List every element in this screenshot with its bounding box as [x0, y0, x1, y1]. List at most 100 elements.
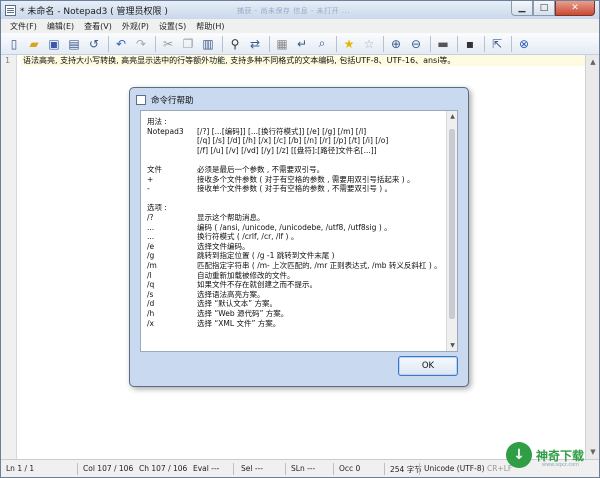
- help-description: [/q] [/s] [/d] [/h] [/x] [/c] [/b] [/n] …: [197, 136, 389, 146]
- ok-button[interactable]: OK: [398, 356, 458, 376]
- toolbar-separator: [155, 35, 156, 52]
- find-icon[interactable]: ⚲: [226, 35, 244, 53]
- help-key: /?: [147, 213, 154, 222]
- toolbar-separator: [457, 35, 458, 52]
- wordwrap-icon[interactable]: ↵: [293, 35, 311, 53]
- save-as-icon[interactable]: ▤: [65, 35, 83, 53]
- menu-edit[interactable]: 编辑(E): [42, 21, 79, 32]
- open-icon[interactable]: ▰: [25, 35, 43, 53]
- customize-icon[interactable]: ▪: [461, 35, 479, 53]
- status-divider: [285, 463, 286, 475]
- help-key: -: [147, 184, 150, 194]
- help-text-box[interactable]: ▲ ▼ 用法 : Notepad3 [/?] [...[编码]] [...[换行符模…: [140, 110, 458, 352]
- status-divider: [419, 463, 420, 475]
- redo-icon[interactable]: ↷: [132, 35, 150, 53]
- scheme-icon[interactable]: ▬: [434, 35, 452, 53]
- help-description: 显示这个帮助消息。: [197, 213, 265, 222]
- line-number-gutter: 1: [1, 55, 17, 459]
- status-eval: Eval ---: [193, 464, 220, 473]
- toolbar-separator: [336, 35, 337, 52]
- help-key: /s: [147, 289, 154, 299]
- status-divider: [333, 463, 334, 475]
- minimize-button[interactable]: ▁: [511, 1, 533, 16]
- scroll-down-icon[interactable]: ▼: [448, 341, 457, 350]
- paste-icon[interactable]: ▥: [199, 35, 217, 53]
- title-bar[interactable]: * 未命名 - Notepad3 ( 管理员权限 ) 捕获 - 尚未保存 信息 …: [1, 1, 599, 19]
- exit-icon[interactable]: ⊗: [515, 35, 533, 53]
- status-column: Col 107 / 106: [83, 464, 134, 473]
- watermark: ↓ 神奇下载 www.sqxz.com: [506, 440, 596, 470]
- editor-vertical-scrollbar[interactable]: ▲ ▼: [585, 55, 599, 459]
- toolbar-separator: [108, 35, 109, 52]
- help-description: 选择文件编码。: [197, 241, 250, 251]
- toolbar-separator: [430, 35, 431, 52]
- status-occurrences: Occ 0: [339, 464, 361, 473]
- help-key: +: [147, 174, 154, 184]
- notepad-app-icon: [5, 4, 16, 16]
- help-description: 自动重新加载被修改的文件。: [197, 270, 295, 280]
- maximize-button[interactable]: □: [533, 1, 555, 16]
- help-key: ...: [147, 232, 155, 242]
- revert-icon[interactable]: ↺: [85, 35, 103, 53]
- status-encoding[interactable]: Unicode (UTF-8): [424, 464, 485, 473]
- scroll-thumb[interactable]: [449, 129, 455, 319]
- help-description: [/f] [/u] [/v] [/vd] [/y] [/z] [[盘符]:[路径…: [197, 145, 377, 155]
- cut-icon[interactable]: ✂: [159, 35, 177, 53]
- status-bytes: 254 字节: [390, 465, 422, 474]
- undo-icon[interactable]: ↶: [112, 35, 130, 53]
- replace-icon[interactable]: ⇄: [246, 35, 264, 53]
- dialog-app-icon: [136, 95, 146, 105]
- close-button[interactable]: ✕: [555, 1, 595, 16]
- help-description: 接收多个文件参数 ( 对于有空格的参数 , 需要用双引号括起来 ) 。: [197, 174, 415, 184]
- help-key: /x: [147, 318, 154, 328]
- help-key: /l: [147, 270, 152, 280]
- title-overlay-text: 捕获 - 尚未保存 信息 - 未打开 ...: [237, 7, 351, 15]
- status-selection: Sel ---: [241, 464, 263, 473]
- toolbar-separator: [383, 35, 384, 52]
- scroll-up-icon[interactable]: ▲: [588, 57, 598, 67]
- help-description: 必须是最后一个参数 , 不需要双引号。: [197, 165, 325, 174]
- command-line-help-dialog: 命令行帮助 ▲ ▼ 用法 : Notepad3 [/?] [...[编码]] [..…: [129, 87, 469, 387]
- launch-icon[interactable]: ⇱: [488, 35, 506, 53]
- help-key: /h: [147, 309, 155, 318]
- menu-bar: 文件(F) 编辑(E) 查看(V) 外观(P) 设置(S) 帮助(H): [1, 19, 599, 33]
- favorite-icon[interactable]: ★: [340, 35, 358, 53]
- dialog-title-bar[interactable]: 命令行帮助: [136, 94, 194, 106]
- help-key: /m: [147, 261, 157, 270]
- help-description: 编码 ( /ansi, /unicode, /unicodebe, /utf8,…: [197, 222, 392, 232]
- toolbar: ▯ ▰ ▣ ▤ ↺ ↶ ↷ ✂ ❐ ▥ ⚲ ⇄ ▦ ↵ ⌕ ★ ☆ ⊕ ⊖ ▬ …: [1, 33, 599, 55]
- menu-view[interactable]: 查看(V): [79, 21, 117, 32]
- help-key: Notepad3: [147, 126, 184, 136]
- minimize-icon: ▁: [518, 3, 526, 13]
- help-scrollbar[interactable]: ▲ ▼: [446, 111, 457, 351]
- help-key: /e: [147, 241, 155, 251]
- menu-help[interactable]: 帮助(H): [191, 21, 229, 32]
- zoom-out-icon[interactable]: ⊖: [407, 35, 425, 53]
- help-key: ...: [147, 222, 155, 232]
- status-char: Ch 107 / 106: [139, 464, 188, 473]
- help-key: 文件: [147, 165, 162, 174]
- help-description: 匹配指定字符串 ( /m- 上次匹配的, /mr 正则表达式, /mb 转义反斜…: [197, 261, 442, 270]
- zoom-in-icon[interactable]: ⊕: [387, 35, 405, 53]
- save-icon[interactable]: ▣: [45, 35, 63, 53]
- zoom-icon[interactable]: ⌕: [313, 35, 331, 53]
- menu-appearance[interactable]: 外观(P): [117, 21, 154, 32]
- menu-file[interactable]: 文件(F): [5, 21, 42, 32]
- status-divider: [77, 463, 78, 475]
- scroll-up-icon[interactable]: ▲: [448, 112, 457, 121]
- copy-icon[interactable]: ❐: [179, 35, 197, 53]
- help-description: 选择 “XML 文件” 方案。: [197, 318, 281, 328]
- help-key: 用法 :: [147, 117, 167, 126]
- help-description: [/?] [...[编码]] [...[换行符模式]] [/e] [/g] [/…: [197, 126, 367, 136]
- new-icon[interactable]: ▯: [5, 35, 23, 53]
- window-controls: ▁ □ ✕: [511, 1, 595, 16]
- help-key: /g: [147, 251, 155, 261]
- window-title: * 未命名 - Notepad3 ( 管理员权限 ): [20, 6, 168, 17]
- print-icon[interactable]: ▦: [273, 35, 291, 53]
- maximize-icon: □: [539, 3, 549, 13]
- help-description: 如果文件不存在就创建之而不提示。: [197, 280, 317, 290]
- editor-line[interactable]: 语法高亮, 支持大小写转换, 高亮显示选中的行等额外功能, 支持多种不同格式的文…: [21, 55, 585, 66]
- help-description: 接收单个文件参数 ( 对于有空格的参数 , 不需要双引号 ) 。: [197, 184, 393, 194]
- menu-settings[interactable]: 设置(S): [154, 21, 191, 32]
- add-favorite-icon[interactable]: ☆: [360, 35, 378, 53]
